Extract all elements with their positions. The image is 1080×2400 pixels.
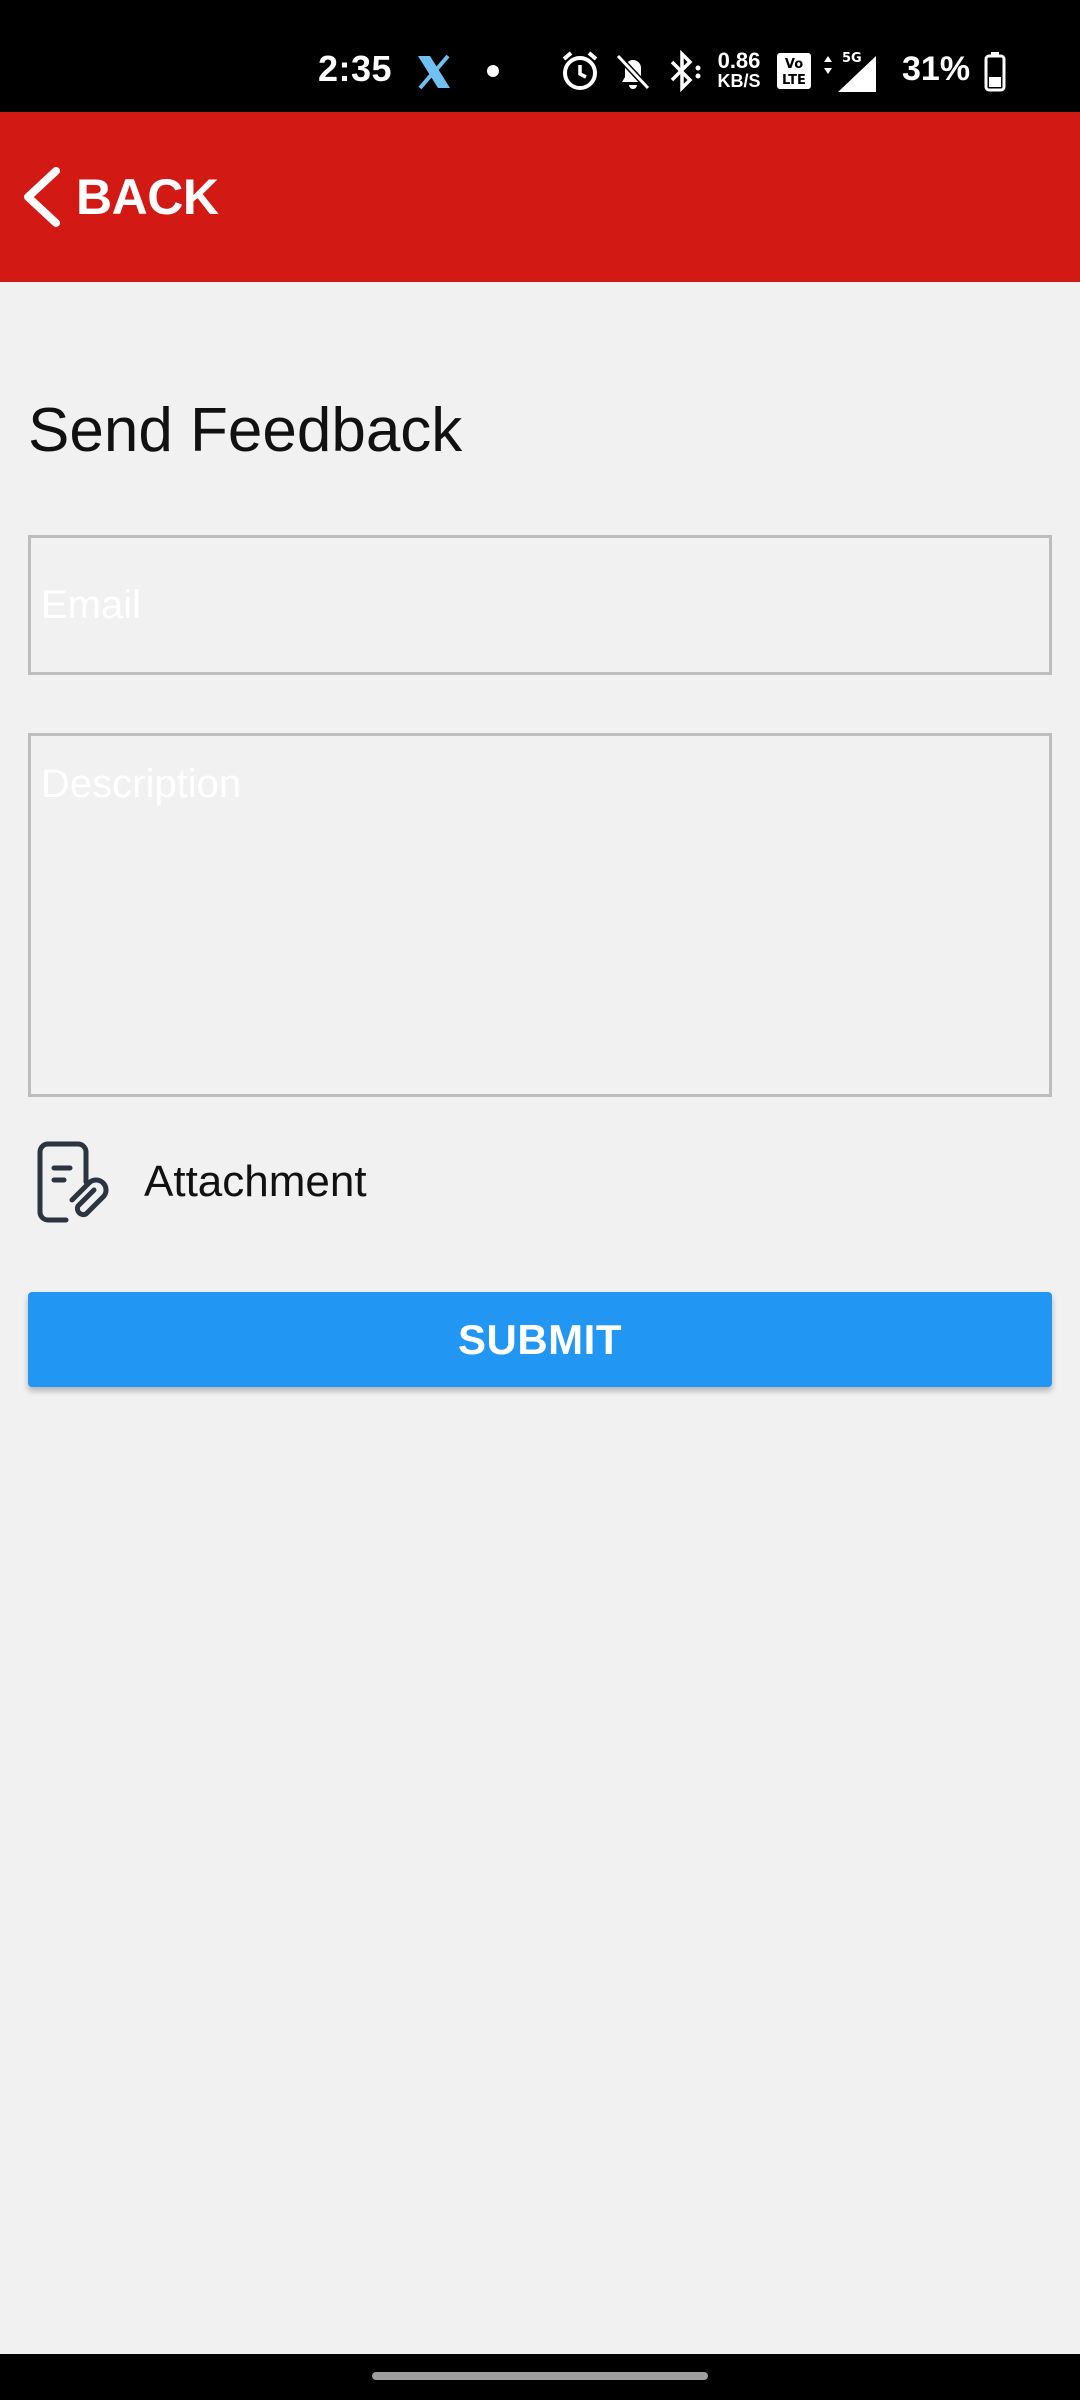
email-field[interactable] [28, 535, 1052, 675]
document-attachment-icon [37, 1141, 109, 1223]
chevron-left-icon [24, 167, 60, 227]
svg-text:LTE: LTE [782, 73, 806, 88]
alarm-icon [562, 51, 598, 90]
app-header: BACK [0, 112, 1080, 282]
bluetooth-icon [670, 50, 701, 92]
description-field[interactable] [28, 733, 1052, 1097]
network-speed-unit: KB/S [717, 71, 761, 91]
notification-dot-icon [487, 65, 499, 77]
attachment-button[interactable]: Attachment [34, 1136, 367, 1228]
5g-signal-icon: 5G [824, 51, 876, 92]
x-app-icon [418, 54, 450, 90]
attachment-label: Attachment [144, 1157, 367, 1206]
page-title: Send Feedback [28, 396, 463, 465]
svg-text:Vo: Vo [785, 57, 803, 72]
bell-off-icon [615, 53, 651, 91]
network-speed: 0.86 KB/S [712, 48, 766, 91]
status-bar: 2:35 0.86 KB/S Vo LTE 5G 31% [0, 0, 1080, 112]
back-button[interactable]: BACK [18, 162, 219, 232]
back-label: BACK [76, 169, 219, 225]
navigation-bar [0, 2354, 1080, 2400]
battery-icon [984, 52, 1006, 92]
network-speed-value: 0.86 [717, 48, 761, 73]
feedback-screen: 2:35 0.86 KB/S Vo LTE 5G 31% BACK Send F… [0, 0, 1080, 2400]
svg-text:5G: 5G [842, 51, 862, 66]
home-indicator[interactable] [372, 2372, 708, 2380]
submit-button[interactable]: SUBMIT [28, 1292, 1052, 1387]
battery-percent: 31% [902, 50, 971, 88]
status-time: 2:35 [318, 48, 393, 89]
volte-icon: Vo LTE [777, 53, 811, 89]
